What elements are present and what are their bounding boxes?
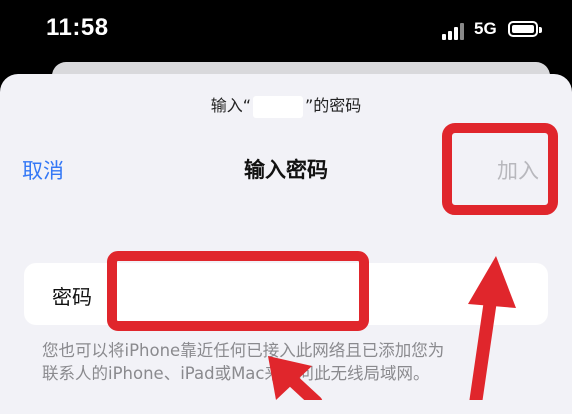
redacted-network-name [253, 95, 303, 118]
prompt-suffix: ”的密码 [305, 96, 362, 115]
network-prompt: 输入“ ”的密码 [0, 92, 572, 118]
signal-icon [442, 22, 468, 40]
status-time: 11:58 [46, 14, 109, 41]
password-label: 密码 [52, 285, 92, 309]
sheet-title: 输入密码 [244, 158, 328, 182]
join-button[interactable]: 加入 [497, 155, 539, 185]
battery-icon [508, 21, 542, 37]
network-type: 5G [474, 19, 497, 38]
footnote: 您也可以将iPhone靠近任何已接入此网络且已添加您为 联系人的iPhone、i… [42, 339, 542, 385]
prompt-prefix: 输入“ [210, 96, 251, 115]
footnote-line-1: 您也可以将iPhone靠近任何已接入此网络且已添加您为 [42, 341, 445, 360]
password-input[interactable] [124, 270, 358, 316]
status-bar: 11:58 5G [0, 0, 572, 62]
footnote-line-2: 联系人的iPhone、iPad或Mac来访问此无线局域网。 [42, 364, 430, 383]
